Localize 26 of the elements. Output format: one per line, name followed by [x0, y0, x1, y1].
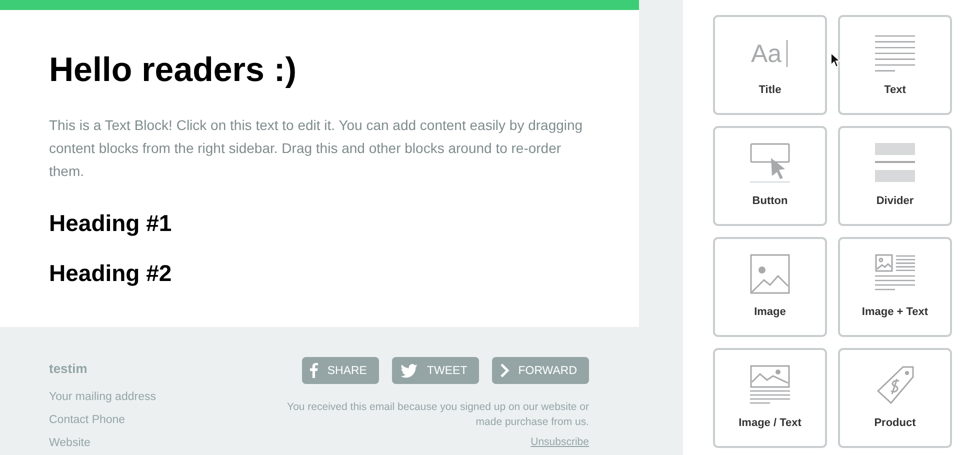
heading: Heading #1 — [49, 209, 173, 237]
content-block-tile[interactable]: Aa Title — [713, 15, 827, 115]
content-block-tile[interactable]: Image / Text — [713, 348, 827, 448]
content-block-tile[interactable]: Text — [838, 15, 952, 115]
bird-icon — [400, 364, 418, 378]
footer-text: Website — [49, 436, 92, 451]
footer-notice: You received this email because you signed up on our website or made purchase from us. — [286, 400, 589, 430]
chevron-right-icon — [500, 363, 510, 378]
facebook-icon — [310, 363, 318, 378]
email-title: Hello readers :) — [49, 50, 298, 90]
intro-paragraph: This is a Text Block! Click on this text to edit it. You can add content easily by dragging content blocks from the right sidebar. Drag this and other blocks around to re-order them. — [49, 116, 584, 181]
content-block-tile[interactable]: Product — [838, 348, 952, 448]
footer-text: Your mailing address — [49, 390, 156, 405]
content-block-tile[interactable]: Divider — [838, 126, 952, 226]
divider-icon — [875, 143, 915, 183]
button-pointer-icon — [750, 143, 790, 183]
content-block-tile[interactable]: Image + Text — [838, 237, 952, 337]
footer-text: Contact Phone — [49, 413, 126, 428]
content-block-tile[interactable]: Image — [713, 237, 827, 337]
company-name: testim — [49, 360, 88, 378]
image-icon — [750, 254, 790, 294]
image-over-text-icon — [750, 365, 790, 405]
price-tag-icon — [875, 365, 915, 405]
heading: Heading #2 — [49, 259, 173, 287]
cursor-icon — [830, 52, 840, 68]
content-block-tile[interactable]: Button — [713, 126, 827, 226]
